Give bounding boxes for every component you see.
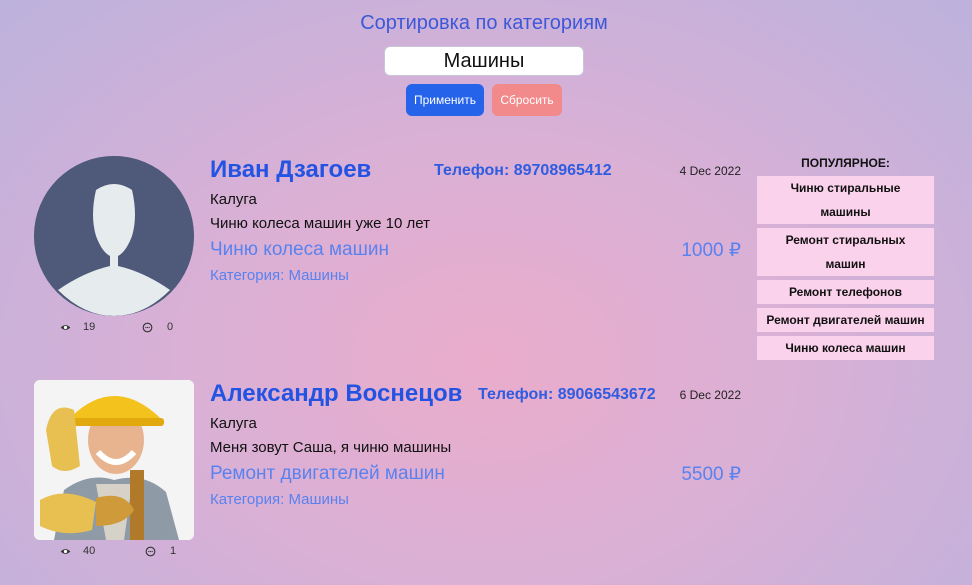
city: Калуга [210, 191, 257, 208]
phone-number[interactable]: Телефон: 89066543672 [478, 386, 656, 404]
comments-stat: 0 [142, 321, 173, 333]
views-stat: 40 [60, 545, 95, 557]
service-title[interactable]: Ремонт двигателей машин [210, 463, 445, 485]
category-label[interactable]: Категория: Машины [210, 267, 349, 284]
post-date: 4 Dec 2022 [679, 164, 741, 178]
post-date: 6 Dec 2022 [679, 388, 741, 402]
comment-icon [145, 546, 156, 556]
comments-count: 1 [170, 545, 177, 557]
worker-photo [34, 380, 194, 540]
service-title[interactable]: Чиню колеса машин [210, 239, 389, 261]
description: Меня зовут Саша, я чиню машины [210, 439, 452, 456]
listing-card: 40 1 Александр Воснецов Телефон: 8906654… [0, 380, 750, 580]
phone-number[interactable]: Телефон: 89708965412 [434, 162, 612, 180]
listing-card: 19 0 Иван Дзагоев Телефон: 89708965412 4… [0, 156, 750, 356]
comment-icon [142, 322, 153, 332]
eye-icon [60, 324, 71, 330]
reset-button[interactable]: Сбросить [492, 84, 562, 116]
views-count: 40 [83, 545, 96, 557]
views-stat: 19 [60, 321, 95, 333]
author-name[interactable]: Александр Воснецов [210, 380, 462, 408]
apply-button[interactable]: Применить [406, 84, 484, 116]
popular-item[interactable]: Чиню стиральные машины [757, 176, 934, 224]
author-name[interactable]: Иван Дзагоев [210, 156, 371, 184]
popular-item[interactable]: Ремонт телефонов [757, 280, 934, 304]
avatar[interactable] [34, 156, 194, 316]
price: 1000 ₽ [681, 240, 741, 261]
eye-icon [60, 548, 71, 554]
popular-item[interactable]: Ремонт стиральных машин [757, 228, 934, 276]
price: 5500 ₽ [681, 464, 741, 485]
avatar[interactable] [34, 380, 194, 540]
popular-item[interactable]: Ремонт двигателей машин [757, 308, 934, 332]
views-count: 19 [83, 321, 96, 333]
city: Калуга [210, 415, 257, 432]
category-input[interactable] [384, 46, 584, 76]
category-label[interactable]: Категория: Машины [210, 491, 349, 508]
default-avatar-icon [34, 156, 194, 316]
popular-title: ПОПУЛЯРНОЕ: [801, 156, 890, 170]
popular-item[interactable]: Чиню колеса машин [757, 336, 934, 360]
filter-title: Сортировка по категориям [360, 12, 608, 34]
popular-panel: ПОПУЛЯРНОЕ: Чиню стиральные машины Ремон… [757, 156, 934, 364]
description: Чиню колеса машин уже 10 лет [210, 215, 430, 232]
comments-count: 0 [167, 321, 174, 333]
comments-stat: 1 [145, 545, 176, 557]
